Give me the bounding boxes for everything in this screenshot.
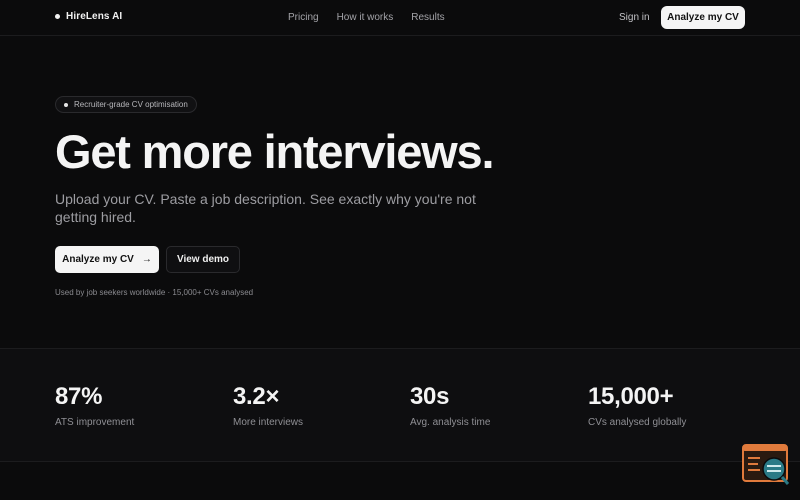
stat-cvs-analysed: 15,000+ CVs analysed globally xyxy=(588,383,686,428)
cv-search-widget-icon[interactable] xyxy=(742,444,790,486)
arrow-right-icon: → xyxy=(141,253,152,265)
stat-label: More interviews xyxy=(233,417,304,428)
stat-label: ATS improvement xyxy=(55,417,135,428)
stat-analysis-time: 30s Avg. analysis time xyxy=(410,383,490,428)
nav-links: Pricing How it works Results xyxy=(288,12,445,23)
nav-link-how-it-works[interactable]: How it works xyxy=(337,12,394,23)
stat-label: Avg. analysis time xyxy=(410,417,491,428)
brand-name: HireLens AI xyxy=(66,11,123,22)
stats-section: 87% ATS improvement 3.2× More interviews… xyxy=(0,348,800,462)
analyze-cv-button[interactable]: Analyze my CV → xyxy=(55,246,159,273)
stat-value: 15,000+ xyxy=(588,383,674,410)
hero-title: Get more interviews. xyxy=(55,125,495,178)
view-demo-button[interactable]: View demo xyxy=(166,246,240,273)
stat-value: 3.2× xyxy=(233,383,280,410)
stat-more-interviews: 3.2× More interviews xyxy=(233,383,303,428)
top-nav: HireLens AI Pricing How it works Results… xyxy=(0,0,800,36)
analyze-cv-button-label: Analyze my CV xyxy=(62,254,134,265)
badge-text: Recruiter-grade CV optimisation xyxy=(74,100,188,109)
nav-link-results[interactable]: Results xyxy=(411,12,444,23)
stat-label: CVs analysed globally xyxy=(588,417,687,428)
sign-in-link[interactable]: Sign in xyxy=(619,12,650,23)
brand-logo[interactable]: HireLens AI xyxy=(55,11,122,22)
hero-badge: Recruiter-grade CV optimisation xyxy=(55,96,197,113)
stat-value: 87% xyxy=(55,383,103,410)
stat-ats-improvement: 87% ATS improvement xyxy=(55,383,134,428)
nav-analyze-button[interactable]: Analyze my CV xyxy=(661,6,745,29)
badge-dot-icon xyxy=(64,102,68,107)
social-proof-text: Used by job seekers worldwide · 15,000+ … xyxy=(55,288,254,297)
nav-link-pricing[interactable]: Pricing xyxy=(288,12,319,23)
stat-value: 30s xyxy=(410,383,450,410)
hero-subtitle: Upload your CV. Paste a job description.… xyxy=(55,191,476,225)
brand-dot-icon xyxy=(55,14,60,19)
